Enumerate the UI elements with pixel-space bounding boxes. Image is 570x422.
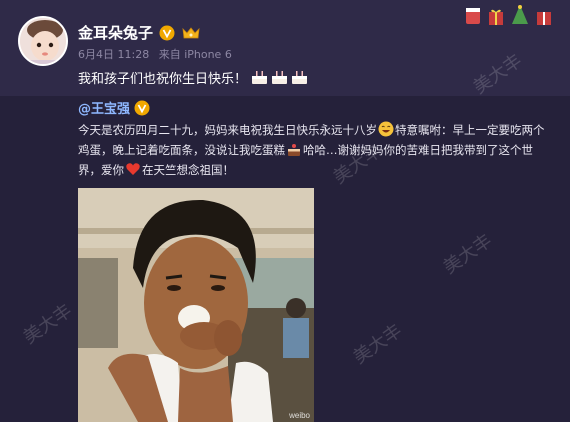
verified-badge-icon xyxy=(159,25,175,40)
repost-text: 今天是农历四月二十九，妈妈来电祝我生日快乐永远十八岁 特意嘱咐：早上一定要吃两个鸡… xyxy=(78,120,548,180)
cake-icon xyxy=(272,71,288,84)
heart-emoji-icon xyxy=(126,163,140,175)
repost-author-row: @王宝强 xyxy=(78,98,150,117)
author-name[interactable]: 金耳朵兔子 xyxy=(78,22,153,43)
photo-watermark: weibo xyxy=(289,411,310,420)
festive-decoration-icon xyxy=(464,4,552,26)
cake-emoji-icon xyxy=(288,144,300,156)
post-text: 我和孩子们也祝你生日快乐！ xyxy=(78,72,248,87)
repost-author-name[interactable]: @王宝强 xyxy=(78,98,130,117)
cake-icon xyxy=(292,71,308,84)
post-text-row: 我和孩子们也祝你生日快乐！ xyxy=(78,68,308,87)
post-source[interactable]: 来自 iPhone 6 xyxy=(159,48,232,61)
verified-badge-icon xyxy=(134,100,150,115)
cake-emoji-group xyxy=(251,70,308,85)
repost-text-part-1: 今天是农历四月二十九，妈妈来电祝我生日快乐永远十八岁 xyxy=(78,123,377,137)
repost-text-part-4: 在天竺想念祖国！ xyxy=(142,163,234,177)
author-row: 金耳朵兔子 xyxy=(78,22,201,43)
avatar[interactable] xyxy=(18,16,68,66)
cake-icon xyxy=(252,71,268,84)
repost-photo[interactable]: weibo xyxy=(78,188,314,422)
vip-badge-icon xyxy=(182,26,200,38)
post-date[interactable]: 6月4日 11:28 xyxy=(78,48,149,61)
post-meta: 6月4日 11:28 来自 iPhone 6 xyxy=(78,46,232,62)
laughing-emoji-icon xyxy=(378,121,394,137)
